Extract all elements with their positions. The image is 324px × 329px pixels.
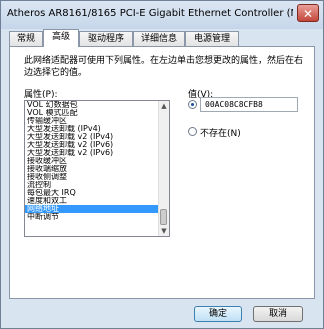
property-list-item[interactable]: 大型发送卸载 v2 (IPv4)	[25, 133, 161, 141]
close-button[interactable]: ✕	[297, 4, 319, 22]
property-list-item[interactable]: 接收端缩放	[25, 165, 161, 173]
cancel-button[interactable]: 取消	[253, 306, 303, 322]
absent-radio[interactable]	[188, 127, 197, 136]
property-list-item[interactable]: VOL 模式匹配	[25, 109, 161, 117]
title-bar[interactable]: Atheros AR8161/8165 PCI-E Gigabit Ethern…	[1, 1, 323, 29]
property-list: VOL 幻数据包 VOL 模式匹配 传输缓冲区 大型发送卸载 (IPv4) 大型发送卸载…	[25, 101, 169, 221]
value-radio[interactable]	[188, 100, 197, 109]
property-list-item[interactable]: 流控制	[25, 181, 161, 189]
property-list-item[interactable]: 接收缓冲区	[25, 157, 161, 165]
properties-dialog: Atheros AR8161/8165 PCI-E Gigabit Ethern…	[0, 0, 324, 329]
property-list-item[interactable]: 接收侧调整	[25, 173, 161, 181]
scroll-up-icon[interactable]: ▲	[159, 101, 169, 111]
property-label: 属性(P):	[24, 90, 58, 100]
value-input[interactable]: 00AC08C8CFB8	[200, 97, 298, 112]
property-list-item[interactable]: 传输缓冲区	[25, 117, 161, 125]
property-list-item[interactable]: 每包最大 IRQ	[25, 189, 161, 197]
property-list-item[interactable]: 大型发送卸载 v2 (IPv6)	[25, 141, 161, 149]
tab-power-management[interactable]: 电源管理	[185, 31, 239, 46]
description-text: 此网络适配器可使用下列属性。在左边单击您想更改的属性，然后在右边选择它的值。	[24, 56, 304, 78]
tab-advanced[interactable]: 高级	[43, 29, 79, 47]
property-list-item[interactable]: VOL 幻数据包	[25, 101, 161, 109]
tab-driver[interactable]: 驱动程序	[79, 31, 133, 46]
scroll-down-icon[interactable]: ▼	[159, 226, 169, 236]
property-list-item[interactable]: 大型发送卸载 v2 (IPv6)	[25, 149, 161, 157]
window-title: Atheros AR8161/8165 PCI-E Gigabit Ethern…	[7, 8, 293, 19]
property-list-item[interactable]: 速度和双工	[25, 197, 161, 205]
property-listbox[interactable]: VOL 幻数据包 VOL 模式匹配 传输缓冲区 大型发送卸载 (IPv4) 大型发送卸载…	[24, 100, 170, 237]
property-list-item[interactable]: 网络地址	[25, 205, 161, 213]
property-list-item[interactable]: 大型发送卸载 (IPv4)	[25, 125, 161, 133]
ok-button[interactable]: 确定	[194, 306, 242, 322]
scroll-thumb[interactable]	[160, 209, 167, 225]
advanced-panel: 此网络适配器可使用下列属性。在左边单击您想更改的属性，然后在右边选择它的值。 属…	[9, 46, 315, 299]
absent-label: 不存在(N)	[200, 129, 241, 139]
tab-details[interactable]: 详细信息	[133, 31, 185, 46]
tab-general[interactable]: 常规	[9, 31, 43, 46]
property-list-scrollbar[interactable]: ▲ ▼	[158, 101, 169, 236]
property-list-item[interactable]: 中断调节	[25, 213, 161, 221]
